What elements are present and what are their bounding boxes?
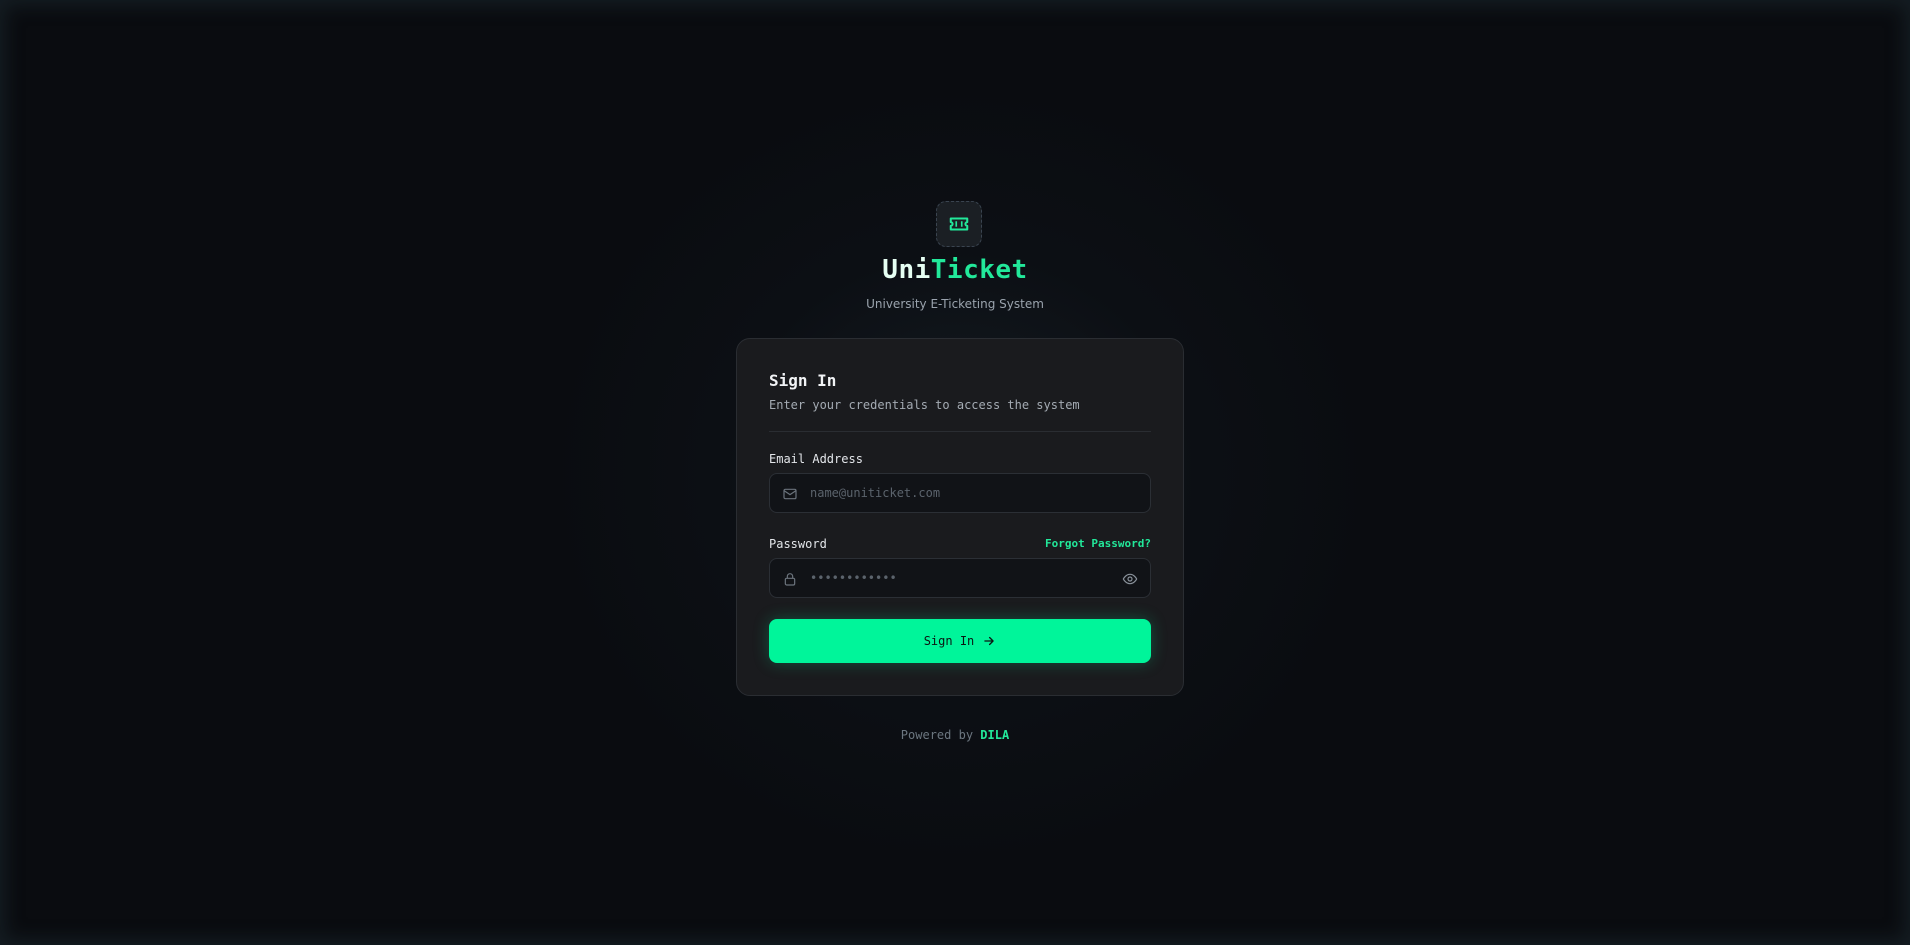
sign-in-button-label: Sign In (923, 634, 975, 648)
app-title-ticket: Ticket (930, 255, 1028, 285)
app-title-uni: Uni (882, 255, 931, 285)
email-input[interactable] (810, 474, 1110, 512)
arrow-right-icon (984, 636, 995, 646)
password-field-wrapper (769, 558, 1151, 598)
password-label: Password (769, 537, 827, 551)
signin-card: Sign In Enter your credentials to access… (736, 338, 1184, 696)
signin-title: Sign In (769, 371, 837, 390)
login-page: UniTicket University E-Ticketing System … (0, 0, 1910, 945)
password-input[interactable] (810, 559, 1110, 597)
footer-brand: DILA (980, 728, 1010, 742)
eye-icon[interactable] (1122, 571, 1138, 587)
signin-subtitle: Enter your credentials to access the sys… (769, 398, 1080, 412)
footer-prefix: Powered by (900, 728, 974, 742)
email-field-wrapper (769, 473, 1151, 513)
mail-icon (783, 488, 797, 500)
lock-icon (784, 573, 796, 586)
app-title: UniTicket (0, 255, 1910, 285)
email-label: Email Address (769, 452, 863, 466)
app-subtitle: University E-Ticketing System (866, 297, 1044, 311)
footer: Powered by DILA (0, 728, 1910, 742)
sign-in-button[interactable]: Sign In (769, 619, 1151, 663)
card-divider (769, 431, 1151, 432)
ticket-icon (949, 217, 969, 231)
forgot-password-link[interactable]: Forgot Password? (1045, 537, 1151, 550)
app-logo (936, 201, 982, 247)
